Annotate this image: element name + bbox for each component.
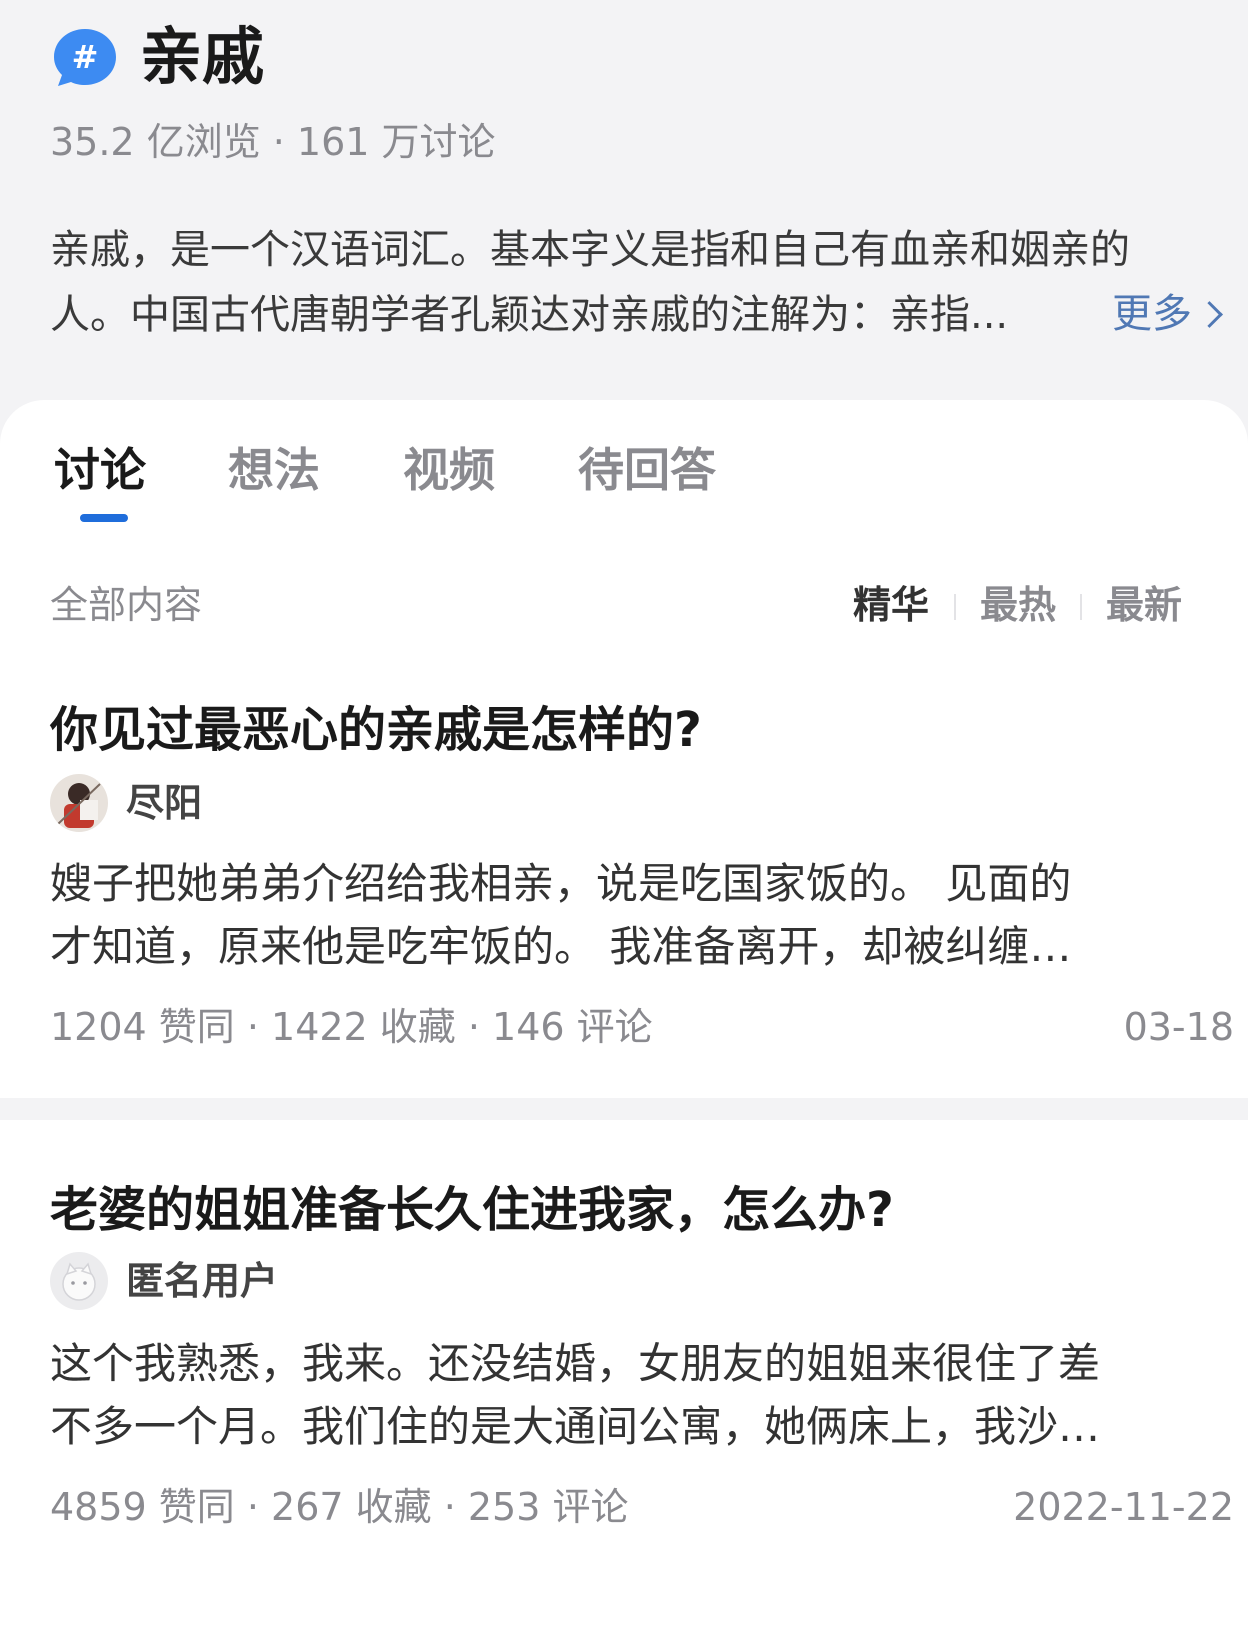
tab-discussion[interactable]: 讨论: [54, 440, 146, 500]
avatar[interactable]: [50, 774, 108, 832]
author-name[interactable]: 匿名用户: [126, 1256, 278, 1306]
content-panel: 讨论 想法 视频 待回答 全部内容 精华 最热 最新 你见过最恶心的亲戚是怎样的…: [0, 400, 1248, 1639]
card-divider: [0, 1098, 1248, 1120]
sort-hottest[interactable]: 最热: [980, 580, 1056, 630]
post-meta: 4859 赞同 · 267 收藏 · 253 评论: [50, 1485, 629, 1529]
topic-header: # 亲戚 35.2 亿浏览 · 161 万讨论 亲戚，是一个汉语词汇。基本字义是…: [0, 0, 1248, 400]
post-excerpt[interactable]: 这个我熟悉，我来。还没结婚，女朋友的姐姐来很住了差 不多一个月。我们住的是大通间…: [50, 1332, 1210, 1458]
post-date: 03-18: [1123, 1005, 1234, 1049]
tab-videos[interactable]: 视频: [403, 440, 495, 500]
topic-description-line: 人。中国古代唐朝学者孔颖达对亲戚的注解为：亲指...: [50, 292, 1009, 338]
active-tab-indicator: [80, 514, 128, 522]
topic-description: 亲戚，是一个汉语词汇。基本字义是指和自己有血亲和姻亲的 人。中国古代唐朝学者孔颖…: [50, 218, 1230, 348]
topic-title-row: # 亲戚: [52, 22, 264, 92]
sort-newest[interactable]: 最新: [1106, 580, 1182, 630]
more-link[interactable]: 更多: [1112, 282, 1223, 347]
author-row[interactable]: 匿名用户: [50, 1252, 278, 1310]
post-excerpt-line: 不多一个月。我们住的是大通间公寓，她俩床上，我沙…: [50, 1402, 1101, 1451]
avatar[interactable]: [50, 1252, 108, 1310]
tab-ideas[interactable]: 想法: [228, 440, 320, 500]
sort-divider: [954, 594, 956, 620]
post-excerpt[interactable]: 嫂子把她弟弟介绍给我相亲，说是吃国家饭的。 见面的 才知道，原来他是吃牢饭的。 …: [50, 852, 1210, 978]
topic-stats: 35.2 亿浏览 · 161 万讨论: [50, 120, 496, 164]
tab-pending-answers[interactable]: 待回答: [578, 440, 716, 500]
chevron-right-icon: [1196, 301, 1223, 328]
sort-divider: [1080, 594, 1082, 620]
post-title[interactable]: 老婆的姐姐准备长久住进我家，怎么办?: [50, 1178, 894, 1242]
post-excerpt-line: 这个我熟悉，我来。还没结婚，女朋友的姐姐来很住了差: [50, 1339, 1101, 1388]
post-title[interactable]: 你见过最恶心的亲戚是怎样的?: [50, 698, 702, 762]
tab-bar: 讨论 想法 视频 待回答: [0, 440, 1248, 560]
more-label: 更多: [1112, 291, 1192, 337]
post-meta: 1204 赞同 · 1422 收藏 · 146 评论: [50, 1005, 653, 1049]
page-title: 亲戚: [140, 20, 265, 93]
post-date: 2022-11-22: [1013, 1485, 1234, 1529]
post-excerpt-line: 嫂子把她弟弟介绍给我相亲，说是吃国家饭的。 见面的: [50, 859, 1072, 908]
sort-featured[interactable]: 精华: [853, 580, 929, 630]
author-row[interactable]: 尽阳: [50, 774, 202, 832]
svg-text:#: #: [72, 38, 99, 76]
post-card[interactable]: 老婆的姐姐准备长久住进我家，怎么办? 匿名用户 这个我熟悉，我来。还没结婚，女朋…: [0, 1120, 1248, 1639]
filter-row: 全部内容 精华 最热 最新: [0, 580, 1248, 630]
author-name[interactable]: 尽阳: [126, 778, 202, 828]
hash-bubble-icon: #: [52, 27, 118, 87]
topic-description-line: 亲戚，是一个汉语词汇。基本字义是指和自己有血亲和姻亲的: [50, 227, 1130, 273]
post-excerpt-line: 才知道，原来他是吃牢饭的。 我准备离开，却被纠缠…: [50, 922, 1072, 971]
post-card[interactable]: 你见过最恶心的亲戚是怎样的? 尽阳 嫂子把她弟弟介绍给我相亲，说是吃国家饭的。 …: [0, 660, 1248, 1098]
filter-all-content[interactable]: 全部内容: [50, 580, 202, 630]
